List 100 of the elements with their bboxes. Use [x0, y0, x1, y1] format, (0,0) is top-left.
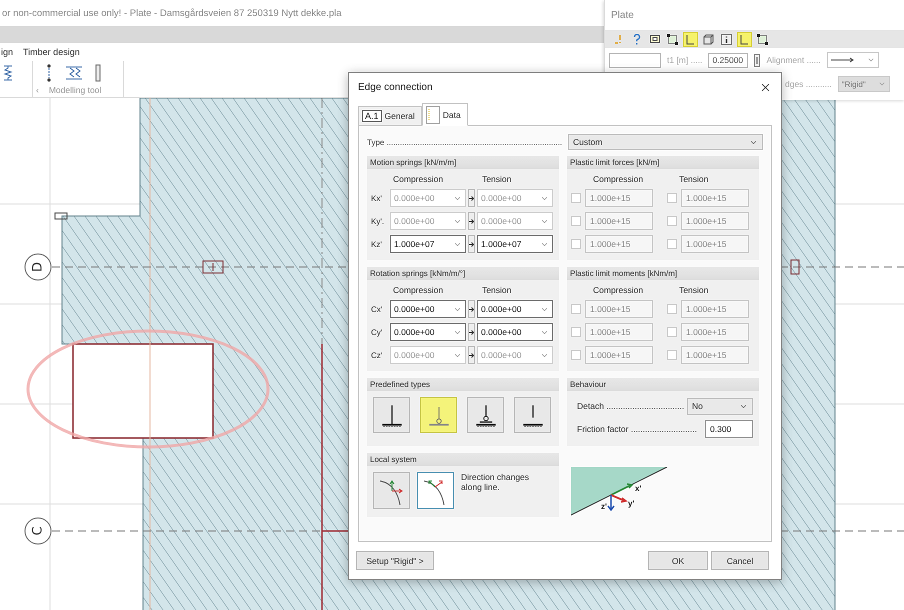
limit-field[interactable]: 1.000e+15: [681, 323, 749, 341]
plate-tool-button[interactable]: [719, 32, 734, 46]
checkbox[interactable]: [571, 239, 581, 249]
chevron-icon: [866, 56, 875, 64]
limit-field[interactable]: 1.000e+15: [681, 235, 749, 253]
plate-tool-button[interactable]: [701, 32, 716, 46]
dialog-tab[interactable]: Data: [422, 103, 468, 126]
value-combo[interactable]: 0.000e+00: [477, 323, 553, 341]
data-tab-icon: [426, 106, 440, 124]
column-header: Compression: [593, 285, 644, 295]
local-system-button[interactable]: [373, 472, 410, 509]
type-dropdown[interactable]: Custom: [568, 134, 763, 150]
name-field[interactable]: [609, 52, 661, 68]
column-header: Tension: [679, 174, 708, 184]
info-icon: [721, 34, 732, 44]
panel-title: Plate: [610, 8, 635, 22]
axis-label: C: [30, 526, 46, 536]
limit-field[interactable]: 1.000e+15: [585, 323, 653, 341]
column-header: Tension: [482, 174, 512, 184]
setup-button[interactable]: Setup "Rigid" >: [356, 551, 434, 570]
dialog-tab[interactable]: A.1 General: [358, 106, 422, 126]
plate-tool-button[interactable]: [665, 32, 680, 46]
checkbox[interactable]: [571, 193, 581, 203]
axis-label: D: [30, 262, 46, 272]
corners-icon: [757, 34, 768, 44]
group-label: Modelling tool: [48, 85, 102, 95]
checkbox[interactable]: [667, 193, 677, 203]
column-header: Compression: [593, 174, 644, 184]
frame-icon: [650, 35, 660, 43]
column-header: Tension: [482, 285, 512, 295]
section-header: Plastic limit forces [kN/m]: [567, 156, 759, 169]
bar-tool-icon[interactable]: [95, 64, 101, 82]
cancel-button[interactable]: Cancel: [711, 551, 769, 570]
corners-icon: [667, 34, 678, 44]
alignment-dropdown[interactable]: [826, 52, 879, 68]
value-combo[interactable]: 1.000e+07: [477, 235, 553, 253]
thickness-field[interactable]: 0.25000: [708, 52, 748, 68]
value-combo[interactable]: 0.000e+00: [390, 323, 466, 341]
friction-label: Friction factor ............................: [577, 424, 697, 434]
spring-tool-icon[interactable]: [2, 65, 14, 81]
section-header: Behaviour: [567, 378, 759, 391]
plate-tool-button[interactable]: [683, 32, 698, 46]
chevron-icon: [878, 80, 886, 88]
plate-tool-button[interactable]: [737, 32, 752, 46]
support-type-button[interactable]: [467, 397, 504, 433]
help-icon: [632, 34, 640, 44]
limit-field[interactable]: 1.000e+15: [585, 346, 653, 364]
section-header: Motion springs [kN/m/m]: [367, 156, 559, 169]
column-header: Compression: [393, 174, 444, 184]
plate-tool-button[interactable]: [755, 32, 770, 46]
section-header: Local system: [367, 453, 559, 466]
checkbox[interactable]: [667, 327, 677, 337]
value-combo[interactable]: 0.000e+00: [390, 300, 466, 318]
node-tool-icon[interactable]: [45, 64, 53, 82]
section-header: Plastic limit moments [kNm/m]: [567, 267, 759, 280]
edge-icon: [686, 34, 695, 44]
type-label: Type ...............................................................................: [367, 138, 564, 146]
warning-icon: [614, 34, 624, 44]
row-label: Ky'.: [371, 216, 386, 226]
checkbox[interactable]: [667, 216, 677, 226]
value-combo[interactable]: 0.000e+00: [477, 300, 553, 318]
dialog-title: Edge connection: [358, 82, 433, 92]
row-label: Kx': [371, 194, 383, 202]
row-label: Cz': [371, 350, 384, 360]
cube-icon: [703, 34, 714, 44]
limit-field[interactable]: 1.000e+15: [681, 346, 749, 364]
row-label: Cx': [371, 304, 384, 314]
friction-field[interactable]: 0.300: [705, 420, 753, 438]
checkbox[interactable]: [571, 327, 581, 337]
line-spring-tool-icon[interactable]: [65, 65, 83, 81]
checkbox[interactable]: [571, 350, 581, 360]
limit-field[interactable]: 1.000e+15: [585, 300, 653, 318]
limit-field[interactable]: 1.000e+15: [585, 212, 653, 230]
collapse-arrow[interactable]: ‹: [36, 85, 39, 95]
axis-label: z': [601, 502, 607, 511]
limit-field[interactable]: 1.000e+15: [681, 189, 749, 207]
thickness-label: t1 [m] .....: [667, 55, 702, 65]
ok-button[interactable]: OK: [648, 551, 708, 570]
support-type-button[interactable]: [514, 397, 551, 433]
edge-icon: [740, 34, 749, 44]
spin-icon[interactable]: [754, 54, 760, 66]
checkbox[interactable]: [667, 239, 677, 249]
menu-item[interactable]: Timber design: [23, 47, 80, 57]
window-title: or non-commercial use only! - Plate - Damsgårdsveien 87 250319 Nytt dekke.pla: [2, 8, 342, 18]
limit-field[interactable]: 1.000e+15: [681, 300, 749, 318]
column-header: Compression: [393, 285, 444, 295]
alignment-label: Alignment ......: [766, 55, 821, 65]
support-type-button[interactable]: [373, 397, 410, 433]
limit-field[interactable]: 1.000e+15: [585, 235, 653, 253]
menu-item[interactable]: ign: [1, 47, 14, 57]
detach-dropdown[interactable]: No: [687, 398, 753, 414]
value-combo[interactable]: 1.000e+07: [390, 235, 466, 253]
local-system-note: Direction changes along line.: [461, 472, 530, 494]
checkbox[interactable]: [571, 304, 581, 314]
checkbox[interactable]: [571, 216, 581, 226]
limit-field[interactable]: 1.000e+15: [681, 212, 749, 230]
limit-field[interactable]: 1.000e+15: [585, 189, 653, 207]
checkbox[interactable]: [667, 304, 677, 314]
checkbox[interactable]: [667, 350, 677, 360]
local-system-button[interactable]: [417, 472, 454, 509]
